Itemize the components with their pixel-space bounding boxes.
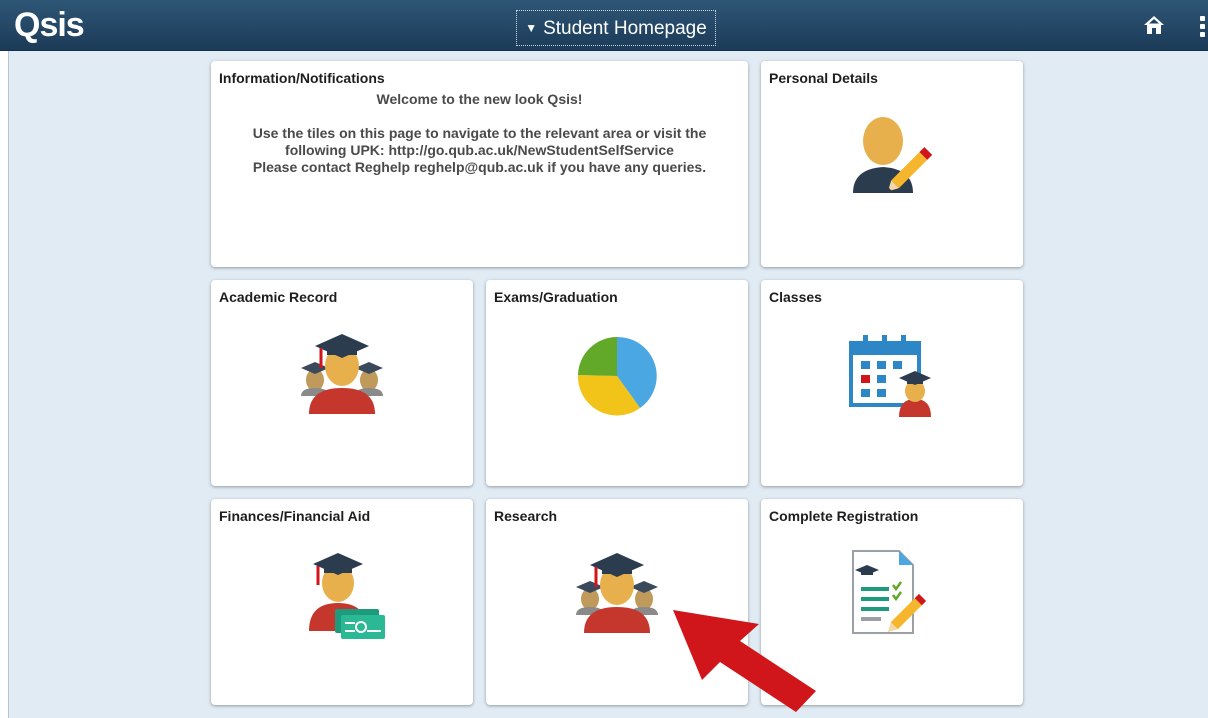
notification-line: following UPK: http://go.qub.ac.uk/NewSt… bbox=[285, 142, 674, 158]
caret-down-icon: ▼ bbox=[525, 21, 538, 35]
tile-classes[interactable]: Classes bbox=[761, 280, 1023, 486]
kebab-menu-icon[interactable] bbox=[1200, 16, 1208, 38]
tile-title: Information/Notifications bbox=[219, 70, 385, 86]
graduate-money-icon bbox=[309, 553, 385, 639]
calendar-graduate-icon bbox=[849, 335, 931, 417]
page-title-dropdown[interactable]: ▼ Student Homepage bbox=[516, 10, 716, 46]
pie-chart-icon bbox=[577, 336, 657, 416]
checklist-document-icon bbox=[852, 550, 927, 634]
tile-title: Classes bbox=[769, 289, 822, 305]
tile-title: Finances/Financial Aid bbox=[219, 508, 371, 524]
tile-personal-details[interactable]: Personal Details bbox=[761, 61, 1023, 267]
tile-information-notifications[interactable]: Information/Notifications Welcome to the… bbox=[211, 61, 748, 267]
graduates-icon bbox=[576, 553, 658, 633]
tile-grid: Information/Notifications Welcome to the… bbox=[8, 51, 1208, 718]
qsis-logo[interactable]: Qsis bbox=[14, 6, 85, 44]
notification-text: Welcome to the new look Qsis! Use the ti… bbox=[221, 91, 738, 176]
tile-exams-graduation[interactable]: Exams/Graduation bbox=[486, 280, 748, 486]
notification-line: Use the tiles on this page to navigate t… bbox=[252, 125, 707, 141]
notification-line: Please contact Reghelp reghelp@qub.ac.uk… bbox=[252, 159, 707, 175]
person-edit-icon bbox=[853, 117, 933, 193]
red-arrow-icon bbox=[673, 610, 816, 712]
tile-title: Academic Record bbox=[219, 289, 338, 305]
graduates-icon bbox=[301, 334, 383, 414]
tile-title: Exams/Graduation bbox=[494, 289, 618, 305]
tile-title: Complete Registration bbox=[769, 508, 919, 524]
tile-title: Personal Details bbox=[769, 70, 878, 86]
tile-finances-financial-aid[interactable]: Finances/Financial Aid bbox=[211, 499, 473, 705]
tile-title: Research bbox=[494, 508, 558, 524]
tile-academic-record[interactable]: Academic Record bbox=[211, 280, 473, 486]
home-icon[interactable] bbox=[1143, 15, 1165, 35]
page-title-label: Student Homepage bbox=[543, 18, 707, 39]
welcome-message: Welcome to the new look Qsis! bbox=[376, 91, 583, 107]
header-bar: Qsis ▼ Student Homepage bbox=[0, 0, 1208, 51]
